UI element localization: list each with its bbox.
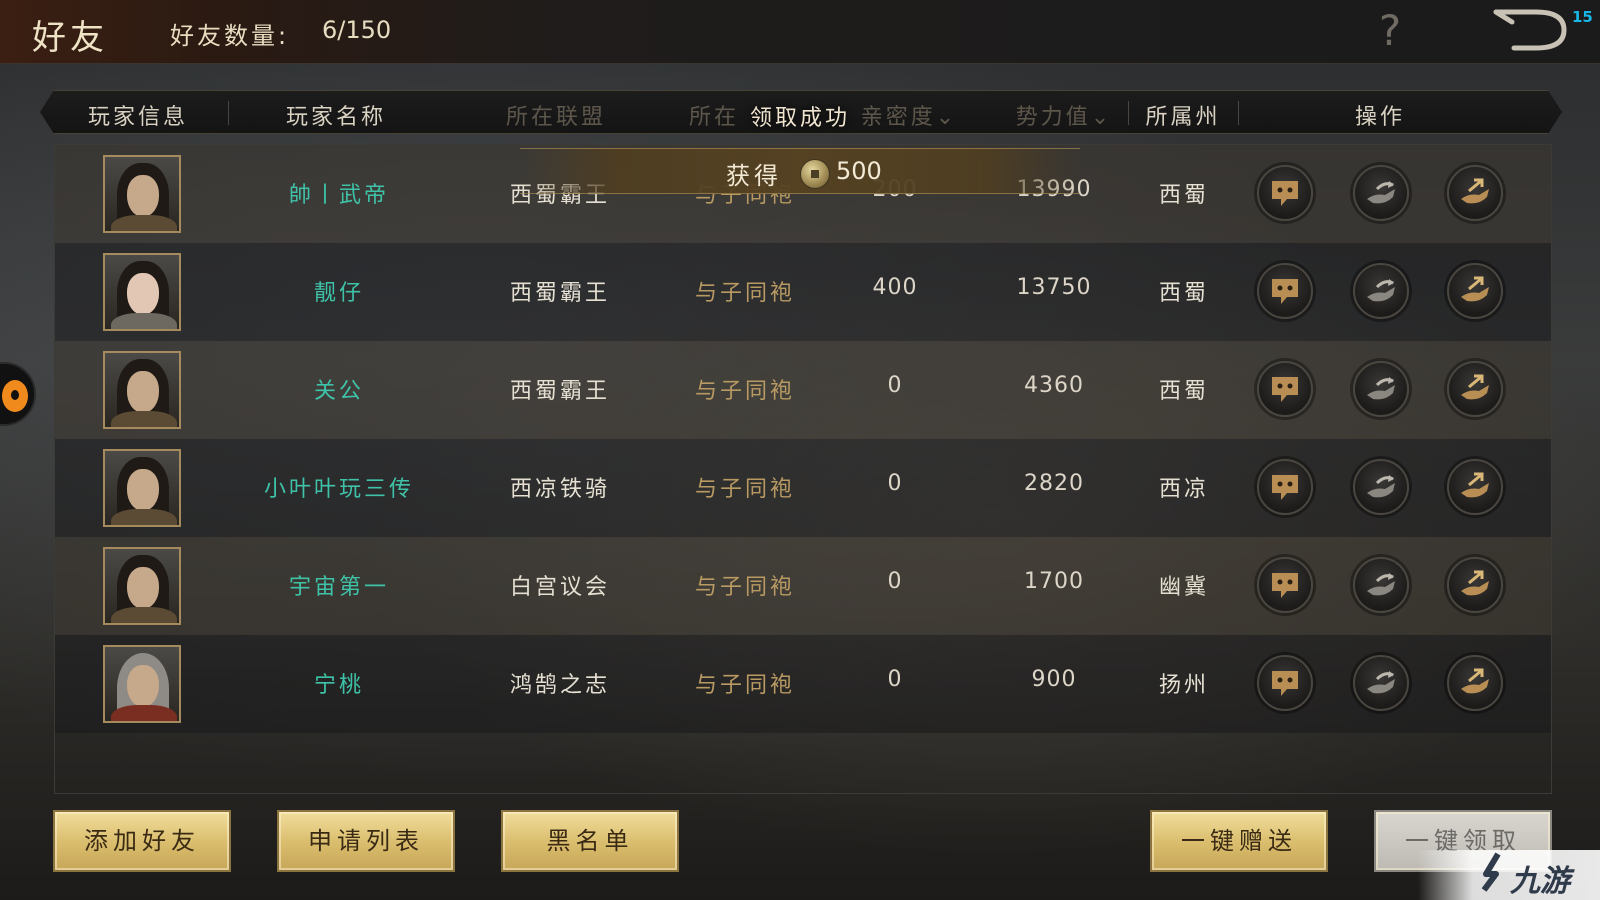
column-actions: 操作 (1354, 105, 1405, 130)
give-hand-icon[interactable] (1353, 165, 1409, 221)
receive-hand-icon[interactable] (1447, 263, 1503, 319)
give-hand-icon[interactable] (1353, 459, 1409, 515)
state-name: 幽冀 (1158, 575, 1209, 600)
alliance-name: 西蜀霸王 (509, 281, 610, 306)
chat-bubble-icon[interactable] (1257, 165, 1313, 221)
receive-hand-icon[interactable] (1447, 459, 1503, 515)
friends-table: 帥丨武帝 西蜀霸王 与子同袍 200 13990 西蜀 靓仔 西蜀霸王 与子同袍… (54, 144, 1552, 794)
table-row[interactable]: 关公 西蜀霸王 与子同袍 0 4360 西蜀 (55, 341, 1551, 439)
intimacy-value: 0 (887, 569, 903, 594)
copper-coin-icon (800, 159, 830, 189)
intimacy-value: 0 (887, 471, 903, 496)
intimacy-value: 0 (887, 373, 903, 398)
avatar[interactable] (103, 645, 181, 723)
chat-bubble-icon[interactable] (1257, 655, 1313, 711)
state-name: 西蜀 (1158, 281, 1209, 306)
state-name: 西凉 (1158, 477, 1209, 502)
give-hand-icon[interactable] (1353, 655, 1409, 711)
avatar[interactable] (103, 155, 181, 233)
state-name: 西蜀 (1158, 183, 1209, 208)
alliance-name: 鸿鹄之志 (509, 673, 610, 698)
column-power[interactable]: 势力值⌄ (1006, 99, 1122, 131)
give-hand-icon[interactable] (1353, 557, 1409, 613)
give-hand-icon[interactable] (1353, 263, 1409, 319)
relation-title: 与子同袍 (694, 477, 795, 502)
watermark-logo-icon (1481, 852, 1501, 892)
table-row[interactable]: 宇宙第一 白宫议会 与子同袍 0 1700 幽冀 (55, 537, 1551, 635)
friend-count-value: 6/150 (322, 16, 392, 44)
receive-hand-icon[interactable] (1447, 165, 1503, 221)
toast-amount: 500 (836, 157, 882, 185)
player-name[interactable]: 宇宙第一 (239, 569, 439, 601)
column-alliance: 所在联盟 (505, 105, 606, 130)
avatar[interactable] (103, 449, 181, 527)
request-list-button[interactable]: 申请列表 (277, 810, 455, 872)
alliance-name: 西蜀霸王 (509, 379, 610, 404)
give-hand-icon[interactable] (1353, 361, 1409, 417)
intimacy-value: 400 (872, 275, 918, 300)
receive-hand-icon[interactable] (1447, 361, 1503, 417)
power-value: 13750 (1016, 275, 1092, 300)
player-name[interactable]: 关公 (239, 373, 439, 405)
relation-title: 与子同袍 (694, 673, 795, 698)
table-row[interactable]: 宁桃 鸿鹄之志 与子同袍 0 900 扬州 (55, 635, 1551, 733)
question-mark-icon[interactable]: ? (1372, 6, 1408, 55)
state-name: 西蜀 (1158, 379, 1209, 404)
player-name[interactable]: 靓仔 (239, 275, 439, 307)
player-name[interactable]: 帥丨武帝 (239, 177, 439, 209)
avatar[interactable] (103, 253, 181, 331)
power-value: 1700 (1024, 569, 1084, 594)
column-state: 所属州 (1145, 105, 1221, 130)
chat-bubble-icon[interactable] (1257, 459, 1313, 515)
sort-chevron-icon: ⌄ (1090, 105, 1113, 130)
toast-gain-label: 获得 (726, 162, 782, 190)
floating-assistant-button[interactable] (0, 362, 36, 426)
add-friend-button[interactable]: 添加好友 (53, 810, 231, 872)
header-divider (1238, 101, 1239, 125)
column-player-info: 玩家信息 (87, 105, 188, 130)
relation-title: 与子同袍 (694, 379, 795, 404)
table-row[interactable]: 小叶叶玩三传 西凉铁骑 与子同袍 0 2820 西凉 (55, 439, 1551, 537)
intimacy-value: 0 (887, 667, 903, 692)
power-value: 2820 (1024, 471, 1084, 496)
power-value: 4360 (1024, 373, 1084, 398)
avatar[interactable] (103, 351, 181, 429)
toast-title: 领取成功 (749, 106, 850, 131)
assistant-eye-icon (2, 380, 28, 412)
chat-bubble-icon[interactable] (1257, 557, 1313, 613)
avatar[interactable] (103, 547, 181, 625)
column-power-label: 势力值 (1015, 105, 1091, 130)
column-player-name: 玩家名称 (285, 105, 386, 130)
player-name[interactable]: 宁桃 (239, 667, 439, 699)
state-name: 扬州 (1158, 673, 1209, 698)
header-divider (1128, 101, 1129, 125)
player-name[interactable]: 小叶叶玩三传 (239, 471, 439, 503)
sort-chevron-icon: ⌄ (935, 105, 958, 130)
table-row[interactable]: 靓仔 西蜀霸王 与子同袍 400 13750 西蜀 (55, 243, 1551, 341)
watermark-text: 九游 (1510, 864, 1570, 899)
blacklist-button[interactable]: 黑名单 (501, 810, 679, 872)
relation-title: 与子同袍 (694, 575, 795, 600)
relation-title: 与子同袍 (694, 281, 795, 306)
alliance-name: 西凉铁骑 (509, 477, 610, 502)
friend-count-label: 好友数量: (170, 22, 290, 50)
header-divider (228, 101, 229, 125)
top-bar: 好友 好友数量: 6/150 ? 15 (0, 0, 1600, 64)
back-arrow-icon[interactable] (1490, 4, 1572, 54)
chat-bubble-icon[interactable] (1257, 263, 1313, 319)
power-value: 900 (1031, 667, 1077, 692)
gift-all-button[interactable]: 一键赠送 (1150, 810, 1328, 872)
chat-bubble-icon[interactable] (1257, 361, 1313, 417)
notification-badge: 15 (1572, 8, 1593, 26)
alliance-name: 白宫议会 (509, 575, 610, 600)
receive-hand-icon[interactable] (1447, 557, 1503, 613)
page-title: 好友 (32, 18, 108, 58)
receive-hand-icon[interactable] (1447, 655, 1503, 711)
